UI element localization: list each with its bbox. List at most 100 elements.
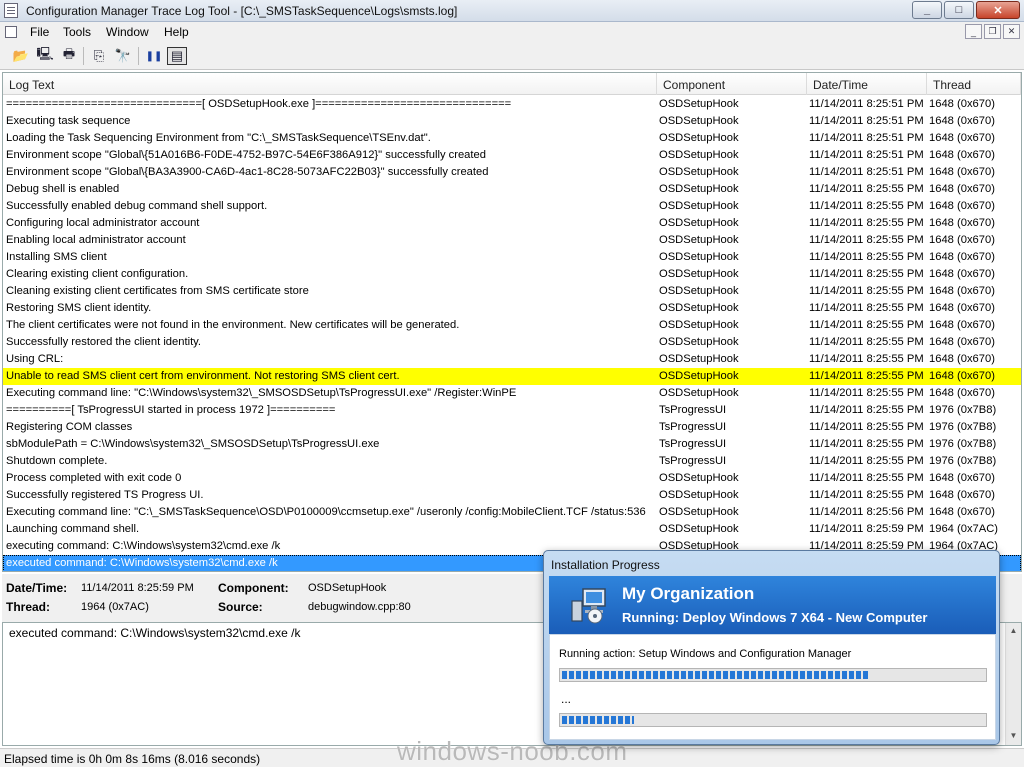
table-row[interactable]: Process completed with exit code 0 OSDSet… bbox=[3, 470, 1021, 487]
document-icon[interactable] bbox=[5, 26, 17, 38]
message-scrollbar[interactable]: ▲ ▼ bbox=[1005, 623, 1021, 745]
table-row[interactable]: Clearing existing client configuration. O… bbox=[3, 266, 1021, 283]
log-text-cell: Process completed with exit code 0 bbox=[6, 472, 182, 484]
component-cell: OSDSetupHook bbox=[659, 132, 739, 144]
table-row[interactable]: Configuring local administrator account O… bbox=[3, 215, 1021, 232]
find-icon[interactable]: 🔭 bbox=[113, 47, 133, 65]
datetime-label: Date/Time: bbox=[6, 581, 68, 595]
log-text-cell: The client certificates were not found i… bbox=[6, 319, 460, 331]
column-header-thread[interactable]: Thread bbox=[927, 73, 1021, 95]
thread-cell: 1976 (0x7B8) bbox=[929, 421, 997, 433]
action-progress-bar bbox=[559, 713, 987, 727]
datetime-cell: 11/14/2011 8:25:55 PM bbox=[809, 183, 924, 195]
title-bar[interactable]: Configuration Manager Trace Log Tool - [… bbox=[0, 0, 1024, 22]
column-header-component[interactable]: Component bbox=[657, 73, 807, 95]
copy-icon[interactable]: ⎘ bbox=[89, 47, 109, 65]
dialog-banner: My Organization Running: Deploy Windows … bbox=[549, 576, 996, 634]
table-row[interactable]: Executing command line: "C:\Windows\syst… bbox=[3, 385, 1021, 402]
table-row[interactable]: Successfully registered TS Progress UI. O… bbox=[3, 487, 1021, 504]
datetime-cell: 11/14/2011 8:25:51 PM bbox=[809, 132, 924, 144]
datetime-cell: 11/14/2011 8:25:55 PM bbox=[809, 404, 924, 416]
thread-cell: 1648 (0x670) bbox=[929, 234, 995, 246]
log-list[interactable]: Log Text Component Date/Time Thread ====… bbox=[2, 72, 1022, 572]
column-header-log-text[interactable]: Log Text bbox=[3, 73, 657, 95]
component-cell: OSDSetupHook bbox=[659, 183, 739, 195]
table-row[interactable]: Successfully restored the client identit… bbox=[3, 334, 1021, 351]
component-cell: OSDSetupHook bbox=[659, 285, 739, 297]
thread-cell: 1648 (0x670) bbox=[929, 319, 995, 331]
installation-progress-dialog[interactable]: Installation Progress My Organization Ru… bbox=[543, 550, 1000, 745]
thread-cell: 1648 (0x670) bbox=[929, 472, 995, 484]
mdi-close-button[interactable]: ✕ bbox=[1003, 24, 1020, 39]
thread-cell: 1648 (0x670) bbox=[929, 251, 995, 263]
mdi-restore-button[interactable]: ❐ bbox=[984, 24, 1001, 39]
datetime-cell: 11/14/2011 8:25:51 PM bbox=[809, 115, 924, 127]
table-row[interactable]: Environment scope "Global\{51A016B6-F0DE… bbox=[3, 147, 1021, 164]
toolbar-separator bbox=[83, 47, 84, 65]
log-text-cell: ==========[ TsProgressUI started in proc… bbox=[6, 404, 336, 416]
table-row[interactable]: Using CRL: OSDSetupHook 11/14/2011 8:25:55… bbox=[3, 351, 1021, 368]
component-cell: OSDSetupHook bbox=[659, 268, 739, 280]
overall-progress-fill bbox=[562, 671, 871, 679]
minimize-button[interactable]: _ bbox=[912, 1, 942, 19]
table-row[interactable]: Unable to read SMS client cert from envi… bbox=[3, 368, 1021, 385]
mdi-minimize-button[interactable]: _ bbox=[965, 24, 982, 39]
table-row[interactable]: ==========[ TsProgressUI started in proc… bbox=[3, 402, 1021, 419]
menu-bar: File Tools Window Help _ ❐ ✕ bbox=[0, 22, 1024, 42]
menu-file[interactable]: File bbox=[30, 25, 49, 39]
table-row[interactable]: The client certificates were not found i… bbox=[3, 317, 1021, 334]
log-text-cell: Clearing existing client configuration. bbox=[6, 268, 189, 280]
component-cell: OSDSetupHook bbox=[659, 200, 739, 212]
print-icon[interactable]: 🖶 bbox=[59, 46, 79, 65]
thread-cell: 1976 (0x7B8) bbox=[929, 404, 997, 416]
table-row[interactable]: Installing SMS client OSDSetupHook 11/14/2… bbox=[3, 249, 1021, 266]
datetime-cell: 11/14/2011 8:25:55 PM bbox=[809, 421, 924, 433]
open-folder-icon[interactable]: 📂 bbox=[11, 47, 31, 65]
table-row[interactable]: Shutdown complete. TsProgressUI 11/14/2011… bbox=[3, 453, 1021, 470]
table-row[interactable]: Registering COM classes TsProgressUI 11/14… bbox=[3, 419, 1021, 436]
table-row[interactable]: Restoring SMS client identity. OSDSetupHo… bbox=[3, 300, 1021, 317]
component-cell: OSDSetupHook bbox=[659, 217, 739, 229]
menu-help[interactable]: Help bbox=[164, 25, 189, 39]
dialog-body: Running action: Setup Windows and Config… bbox=[549, 634, 996, 740]
log-text-cell: Executing command line: "C:\Windows\syst… bbox=[6, 387, 517, 399]
component-cell: OSDSetupHook bbox=[659, 353, 739, 365]
table-row[interactable]: Launching command shell. OSDSetupHook 11/1… bbox=[3, 521, 1021, 538]
table-row[interactable]: Debug shell is enabled OSDSetupHook 11/14/… bbox=[3, 181, 1021, 198]
scroll-up-icon[interactable]: ▲ bbox=[1008, 626, 1019, 637]
log-text-cell: Successfully registered TS Progress UI. bbox=[6, 489, 204, 501]
pause-icon[interactable]: ❚❚ bbox=[144, 47, 164, 65]
table-row[interactable]: Environment scope "Global\{BA3A3900-CA6D… bbox=[3, 164, 1021, 181]
datetime-cell: 11/14/2011 8:25:55 PM bbox=[809, 285, 924, 297]
scroll-down-icon[interactable]: ▼ bbox=[1008, 731, 1019, 742]
mdi-controls: _ ❐ ✕ bbox=[963, 24, 1020, 39]
column-header-datetime[interactable]: Date/Time bbox=[807, 73, 927, 95]
table-row[interactable]: ==============================[ OSDSetup… bbox=[3, 96, 1021, 113]
table-row[interactable]: sbModulePath = C:\Windows\system32\_SMSO… bbox=[3, 436, 1021, 453]
table-row[interactable]: Loading the Task Sequencing Environment … bbox=[3, 130, 1021, 147]
menu-tools[interactable]: Tools bbox=[63, 25, 91, 39]
table-row[interactable]: Executing task sequence OSDSetupHook 11/14… bbox=[3, 113, 1021, 130]
highlight-icon[interactable]: ▤ bbox=[167, 47, 187, 65]
source-value: debugwindow.cpp:80 bbox=[308, 601, 411, 613]
component-cell: OSDSetupHook bbox=[659, 336, 739, 348]
log-text-cell: Unable to read SMS client cert from envi… bbox=[6, 370, 400, 382]
component-cell: OSDSetupHook bbox=[659, 489, 739, 501]
table-row[interactable]: Executing command line: "C:\_SMSTaskSequ… bbox=[3, 504, 1021, 521]
log-text-cell: Environment scope "Global\{51A016B6-F0DE… bbox=[6, 149, 486, 161]
menu-window[interactable]: Window bbox=[106, 25, 149, 39]
log-text-cell: Shutdown complete. bbox=[6, 455, 108, 467]
log-text-cell: Launching command shell. bbox=[6, 523, 140, 535]
datetime-cell: 11/14/2011 8:25:55 PM bbox=[809, 387, 924, 399]
table-row[interactable]: Enabling local administrator account OSDS… bbox=[3, 232, 1021, 249]
table-row[interactable]: Successfully enabled debug command shell… bbox=[3, 198, 1021, 215]
component-cell: OSDSetupHook bbox=[659, 370, 739, 382]
table-row[interactable]: Cleaning existing client certificates fr… bbox=[3, 283, 1021, 300]
log-header: Log Text Component Date/Time Thread bbox=[3, 73, 1021, 95]
log-text-cell: sbModulePath = C:\Windows\system32\_SMSO… bbox=[6, 438, 380, 450]
open-server-icon[interactable]: 🖳 bbox=[35, 46, 55, 65]
maximize-button[interactable]: □ bbox=[944, 1, 974, 19]
thread-cell: 1648 (0x670) bbox=[929, 115, 995, 127]
computer-setup-icon bbox=[571, 588, 606, 624]
close-button[interactable]: ✕ bbox=[976, 1, 1020, 19]
